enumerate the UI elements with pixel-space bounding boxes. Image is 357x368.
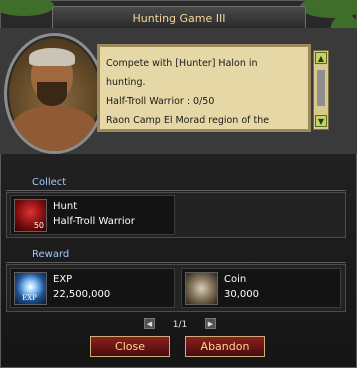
collect-heading: Collect xyxy=(32,177,67,188)
reward-heading: Reward xyxy=(32,249,70,260)
quest-line: hunting. xyxy=(106,77,146,88)
quest-line: Raon Camp El Morad region of the xyxy=(106,115,270,126)
collect-count: 50 xyxy=(33,221,44,230)
hunt-icon: 50 xyxy=(14,199,47,232)
collect-item-target: Half-Troll Warrior xyxy=(53,216,135,227)
reward-coin-name: Coin xyxy=(224,274,247,285)
description-scrollbar[interactable]: ▲ ▼ xyxy=(313,50,329,130)
page-indicator: 1/1 xyxy=(172,320,188,330)
collect-item-name: Hunt xyxy=(53,201,78,212)
pager: ◀ 1/1 ▶ xyxy=(144,318,216,332)
collect-slot[interactable]: 50 Hunt Half-Troll Warrior xyxy=(10,195,175,235)
collect-divider xyxy=(6,190,346,191)
npc-portrait xyxy=(4,33,105,154)
portrait-hair xyxy=(29,48,75,66)
reward-exp-name: EXP xyxy=(53,274,73,285)
reward-coin-value: 30,000 xyxy=(224,289,259,300)
quest-description: Compete with [Hunter] Halon in hunting. … xyxy=(97,44,311,132)
portrait-body xyxy=(9,106,99,151)
reward-slot-exp[interactable]: EXP EXP 22,500,000 xyxy=(10,268,175,308)
exp-icon-label: EXP xyxy=(22,294,37,302)
reward-divider xyxy=(6,262,346,263)
exp-icon: EXP xyxy=(14,272,47,305)
quest-line: Compete with [Hunter] Halon in xyxy=(106,58,258,69)
quest-line: Half-Troll Warrior : 0/50 xyxy=(106,96,215,107)
scrollbar-thumb[interactable] xyxy=(317,70,325,106)
abandon-button[interactable]: Abandon xyxy=(185,336,265,357)
coin-icon xyxy=(185,272,218,305)
arrow-up-icon[interactable]: ▲ xyxy=(315,52,327,64)
close-button[interactable]: Close xyxy=(90,336,170,357)
reward-coin-text: Coin 30,000 xyxy=(224,272,259,302)
reward-slot-coin[interactable]: Coin 30,000 xyxy=(181,268,341,308)
arrow-down-icon[interactable]: ▼ xyxy=(315,115,327,127)
reward-exp-value: 22,500,000 xyxy=(53,289,111,300)
arrow-left-icon[interactable]: ◀ xyxy=(144,318,155,329)
portrait-beard xyxy=(37,82,67,106)
arrow-right-icon[interactable]: ▶ xyxy=(205,318,216,329)
collect-text: Hunt Half-Troll Warrior xyxy=(53,199,135,229)
reward-exp-text: EXP 22,500,000 xyxy=(53,272,110,302)
